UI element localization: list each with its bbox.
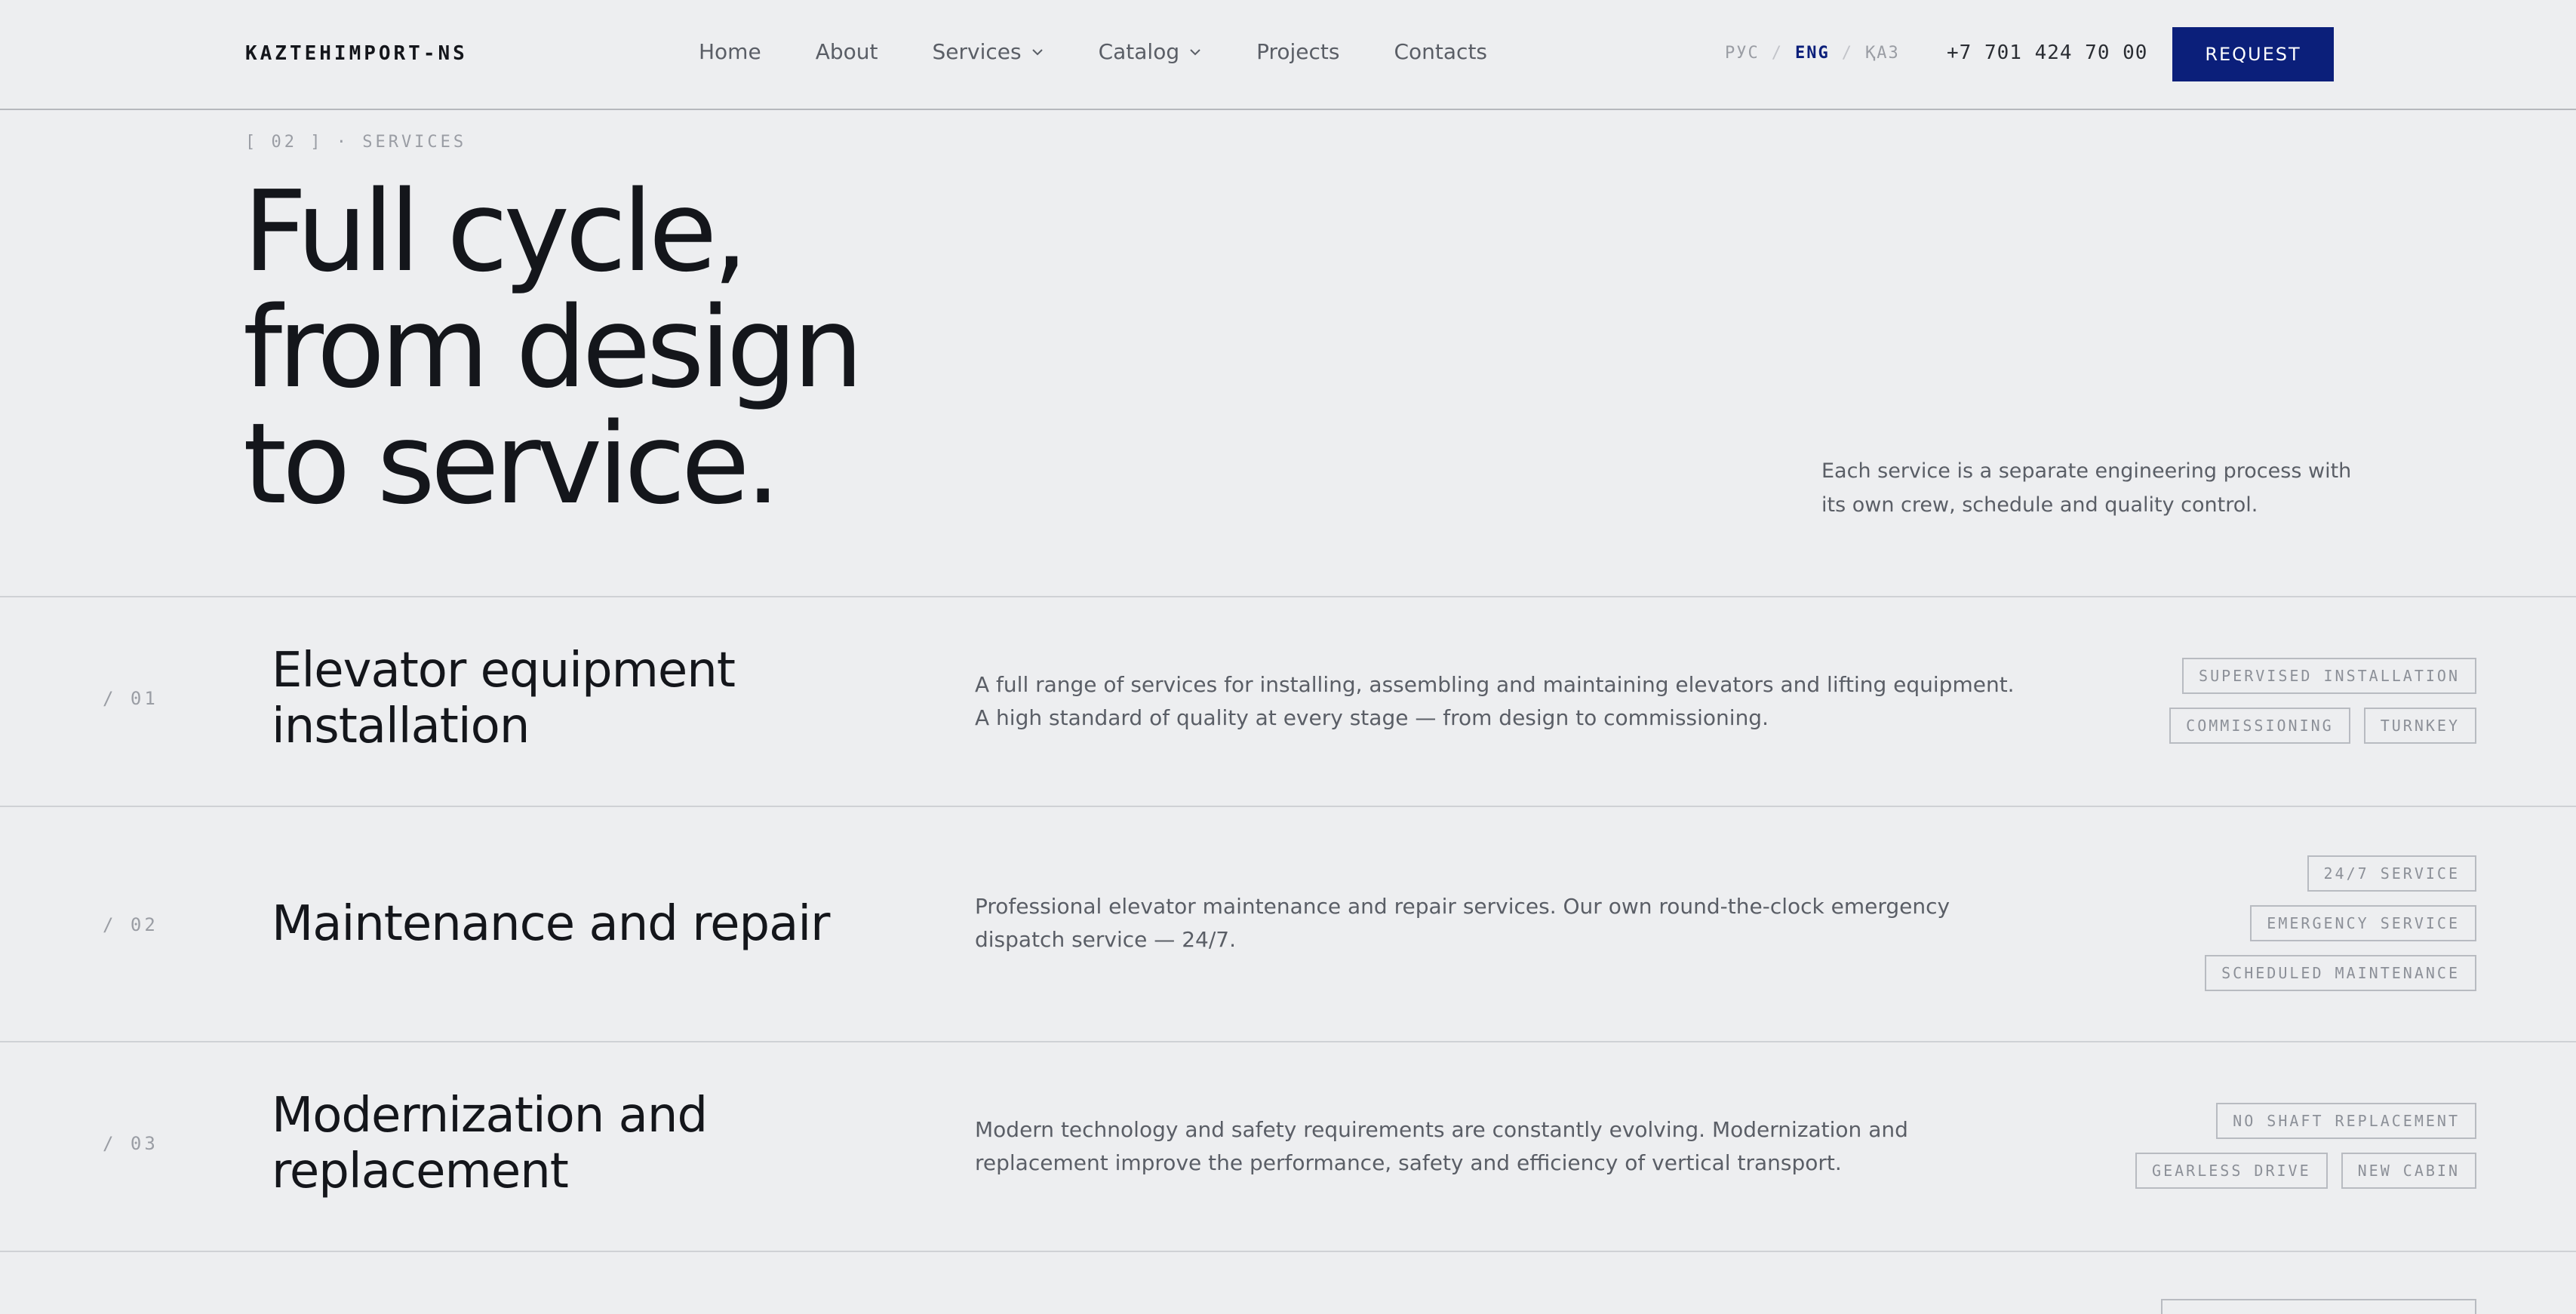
lang-separator: / xyxy=(1841,44,1853,63)
nav-projects[interactable]: Projects xyxy=(1256,39,1339,64)
service-title: Elevator equipment installation xyxy=(272,643,736,754)
nav-services-label: Services xyxy=(932,39,1022,64)
tag-row: EMERGENCY SERVICE xyxy=(2250,905,2476,941)
phone-link[interactable]: +7 701 424 70 00 xyxy=(1947,41,2147,64)
tag-row: COMMISSIONING TURNKEY xyxy=(2169,708,2476,744)
page-title: Full cycle, from design to service. xyxy=(243,173,1148,522)
service-title: Maintenance and repair xyxy=(272,896,830,952)
service-row[interactable]: / 03 Modernization and replacement Moder… xyxy=(0,1042,2576,1252)
site-header: KAZTEHIMPORT-NS Home About Services Cata… xyxy=(0,0,2576,110)
tag-row: SUPERVISED INSTALLATION xyxy=(2182,658,2476,694)
service-tag: SUPERVISED INSTALLATION xyxy=(2182,658,2476,694)
chevron-down-icon xyxy=(1031,48,1043,55)
lang-separator: / xyxy=(1771,44,1783,63)
service-tags: SUPERVISED INSTALLATION COMMISSIONING TU… xyxy=(2169,658,2476,744)
main-nav: Home About Services Catalog Projects Con… xyxy=(699,39,1542,64)
service-tag: NO SHAFT REPLACEMENT xyxy=(2216,1103,2476,1139)
service-tag: SCHEDULED MAINTENANCE xyxy=(2205,955,2476,991)
chevron-down-icon xyxy=(1190,48,1200,55)
section-eyebrow: [ 02 ] · SERVICES xyxy=(245,133,467,152)
nav-services[interactable]: Services xyxy=(932,39,1044,64)
service-tags: 24/7 SERVICE EMERGENCY SERVICE SCHEDULED… xyxy=(2205,855,2476,991)
service-description: Modern technology and safety requirement… xyxy=(975,1117,1908,1175)
service-row[interactable]: / 02 Maintenance and repair Professional… xyxy=(0,807,2576,1042)
service-tag: COMMISSIONING xyxy=(2169,708,2350,744)
nav-contacts-label: Contacts xyxy=(1394,39,1488,64)
service-tag: NEW CABIN xyxy=(2341,1153,2476,1189)
service-tag: 24/7 SERVICE xyxy=(2307,855,2476,892)
tag-row: NO SHAFT REPLACEMENT xyxy=(2216,1103,2476,1139)
headline-line: to service. xyxy=(243,399,781,529)
service-tags: NO SHAFT REPLACEMENT GEARLESS DRIVE NEW … xyxy=(2135,1103,2476,1189)
nav-contacts[interactable]: Contacts xyxy=(1394,39,1487,64)
tag-row: 24/7 SERVICE xyxy=(2307,855,2476,892)
nav-about[interactable]: About xyxy=(816,39,878,64)
service-description: Professional elevator maintenance and re… xyxy=(975,894,1950,952)
service-tag-partial xyxy=(2161,1299,2476,1314)
service-number: / 02 xyxy=(103,914,158,935)
nav-about-label: About xyxy=(815,39,878,64)
service-description: A full range of services for installing,… xyxy=(975,672,2015,730)
hero-description: Each service is a separate engineering p… xyxy=(1821,459,2352,517)
service-number: / 03 xyxy=(103,1133,158,1154)
nav-catalog-label: Catalog xyxy=(1098,39,1180,64)
nav-home[interactable]: Home xyxy=(699,39,761,64)
request-button[interactable]: REQUEST xyxy=(2172,27,2334,81)
service-tag: EMERGENCY SERVICE xyxy=(2250,905,2476,941)
lang-rus[interactable]: РУС xyxy=(1725,44,1760,63)
service-tag: TURNKEY xyxy=(2363,708,2476,744)
tag-row: SCHEDULED MAINTENANCE xyxy=(2205,955,2476,991)
service-row[interactable]: / 01 Elevator equipment installation A f… xyxy=(0,597,2576,807)
service-title: Modernization and replacement xyxy=(272,1088,708,1199)
headline-line: Full cycle, xyxy=(243,167,749,296)
service-tag: GEARLESS DRIVE xyxy=(2135,1153,2328,1189)
lang-kaz[interactable]: ҚАЗ xyxy=(1865,44,1900,63)
language-switcher: РУС / ENG / ҚАЗ xyxy=(1725,44,1900,63)
nav-catalog[interactable]: Catalog xyxy=(1099,39,1203,64)
tag-row: GEARLESS DRIVE NEW CABIN xyxy=(2135,1153,2476,1189)
lang-eng[interactable]: ENG xyxy=(1795,44,1830,63)
headline-line: from design xyxy=(243,283,863,413)
nav-projects-label: Projects xyxy=(1256,39,1340,64)
service-number: / 01 xyxy=(103,688,158,709)
nav-home-label: Home xyxy=(699,39,761,64)
logo[interactable]: KAZTEHIMPORT-NS xyxy=(245,42,468,65)
